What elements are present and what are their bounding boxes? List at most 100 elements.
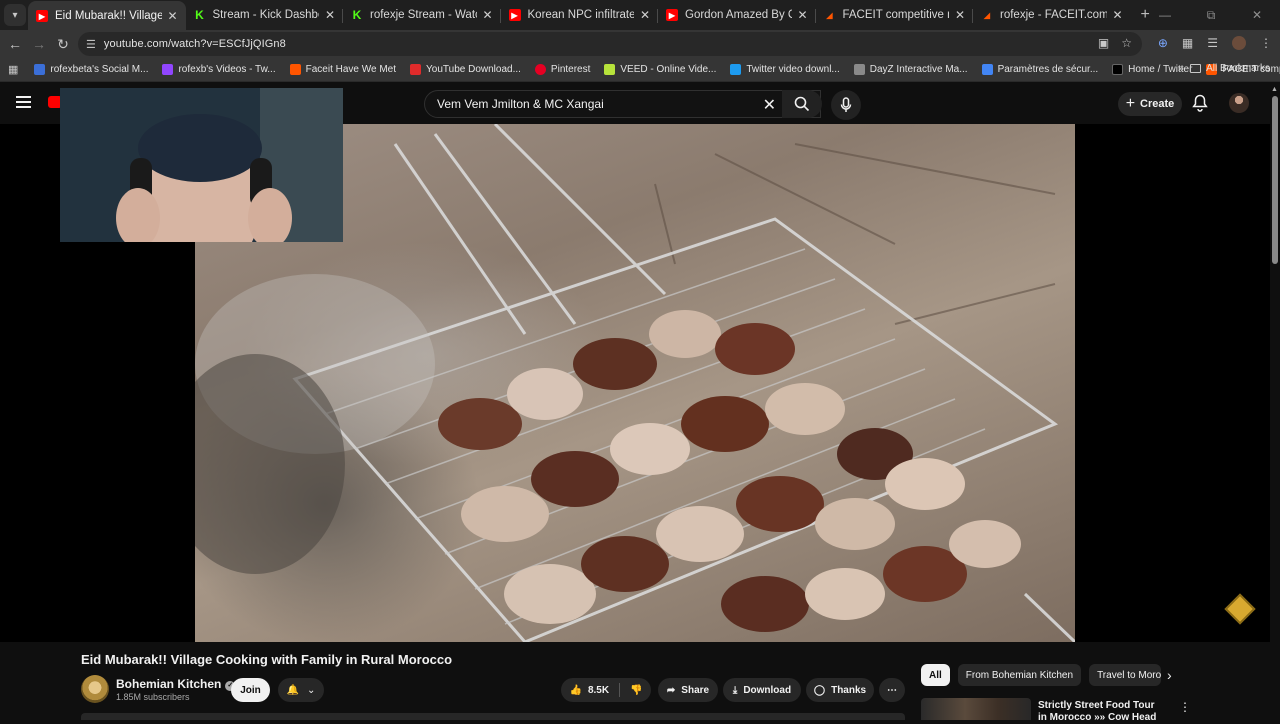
tab-3[interactable]: ▶ Korean NPC infiltrates Sony HQ ✕ [501, 1, 659, 29]
create-button[interactable]: + Create [1118, 92, 1182, 116]
tab-5[interactable]: ◢ FACEIT competitive match - FACE ✕ [816, 1, 974, 29]
tab-search-icon[interactable]: ▾ [4, 4, 26, 26]
profile-avatar-icon[interactable] [1232, 36, 1246, 50]
kick-icon: K [352, 8, 362, 22]
youtube-icon: ▶ [666, 9, 678, 21]
recommended-video-title[interactable]: Strictly Street Food Tour in Morocco »» … [1038, 700, 1160, 724]
extension-icon[interactable]: ⊕ [1158, 36, 1168, 50]
channel-watermark-icon[interactable] [1224, 593, 1256, 625]
install-app-icon[interactable]: ▣ [1098, 36, 1109, 50]
reading-list-icon[interactable]: ☰ [1207, 36, 1218, 50]
tab-0[interactable]: ▶ Eid Mubarak!! Village Cooking w ✕ [28, 1, 186, 31]
share-icon: ➦ [666, 684, 676, 696]
like-button[interactable]: 👍 [569, 685, 581, 696]
microphone-icon [840, 97, 852, 112]
thanks-button[interactable]: ◯ Thanks [806, 678, 874, 702]
bookmark-label: Paramètres de sécur... [997, 64, 1099, 75]
recommended-video-thumbnail[interactable] [921, 698, 1031, 720]
divider [619, 683, 621, 697]
scroll-up-icon[interactable]: ▲ [1271, 86, 1278, 93]
minimize-icon[interactable]: — [1142, 8, 1188, 22]
google-icon [981, 64, 993, 75]
share-label: Share [681, 684, 710, 696]
close-window-icon[interactable]: ✕ [1234, 8, 1280, 22]
bookmark-label: DayZ Interactive Ma... [869, 64, 968, 75]
tab-title: Eid Mubarak!! Village Cooking w [55, 10, 162, 22]
search-query[interactable]: Vem Vem Jmilton & MC Xangai [437, 97, 604, 111]
close-tab-icon[interactable]: ✕ [953, 8, 967, 22]
reload-icon[interactable]: ↻ [51, 36, 75, 53]
download-label: Download [743, 684, 792, 696]
download-icon [410, 64, 422, 75]
search-input[interactable]: Vem Vem Jmilton & MC Xangai ✕ [424, 90, 821, 118]
apps-grid-icon[interactable]: ▦ [8, 63, 18, 76]
thanks-label: Thanks [831, 684, 867, 696]
kick-icon: K [195, 8, 204, 22]
bookmark-item[interactable]: Paramètres de sécur... [981, 64, 1099, 75]
restore-icon[interactable]: ⧉ [1188, 8, 1234, 23]
more-actions-button[interactable]: ⋯ [879, 678, 905, 702]
share-button[interactable]: ➦ Share [658, 678, 718, 702]
page-scrollbar[interactable]: ▲ [1270, 84, 1280, 720]
twitter-dl-icon [730, 64, 742, 75]
bookmark-item[interactable]: DayZ Interactive Ma... [853, 64, 968, 75]
account-avatar[interactable] [1229, 93, 1249, 113]
chip-from-channel[interactable]: From Bohemian Kitchen [957, 664, 1082, 686]
chevron-down-icon: ⌄ [307, 684, 316, 696]
tab-6[interactable]: ◢ rofexje - FACEIT.com ✕ [973, 1, 1131, 29]
dislike-button[interactable]: 👎 [630, 685, 642, 696]
chevron-right-icon[interactable]: › [1167, 667, 1172, 683]
channel-avatar[interactable] [81, 675, 109, 703]
tab-title: Stream - Kick Dashboard [212, 9, 320, 21]
extensions-puzzle-icon[interactable]: ▦ [1182, 36, 1193, 50]
back-icon[interactable]: ← [3, 36, 27, 52]
veed-icon [604, 64, 616, 75]
browser-menu-icon[interactable]: ⋮ [1260, 36, 1272, 50]
bookmark-star-icon[interactable]: ☆ [1121, 36, 1132, 50]
close-tab-icon[interactable]: ✕ [481, 8, 495, 22]
bookmark-item[interactable]: Pinterest [534, 64, 590, 75]
bookmark-item[interactable]: Twitter video downl... [730, 64, 840, 75]
close-tab-icon[interactable]: ✕ [796, 8, 810, 22]
tab-2[interactable]: K rofexje Stream - Watch Live on ✕ [343, 1, 501, 29]
join-button[interactable]: Join [231, 678, 270, 702]
all-bookmarks-button[interactable]: All Bookmarks [1190, 63, 1270, 74]
bookmark-item[interactable]: rofexbeta's Social M... [34, 64, 148, 75]
video-player[interactable] [0, 88, 1270, 642]
more-bookmarks-icon[interactable]: » [1178, 63, 1184, 75]
scrollbar-thumb[interactable] [1272, 96, 1278, 264]
forward-icon[interactable]: → [27, 36, 51, 52]
tab-4[interactable]: ▶ Gordon Amazed By Chef Who Ha ✕ [658, 1, 816, 29]
close-tab-icon[interactable]: ✕ [166, 9, 180, 23]
close-tab-icon[interactable]: ✕ [323, 8, 337, 22]
bell-icon [1192, 94, 1208, 112]
search-button[interactable] [782, 90, 822, 118]
download-button[interactable]: ⤓ Download [723, 678, 801, 702]
url-text[interactable]: youtube.com/watch?v=ESCfJjQIGn8 [104, 38, 286, 50]
menu-icon[interactable] [16, 96, 31, 111]
description-box-edge[interactable] [81, 713, 905, 720]
chip-travel[interactable]: Travel to Morocco [1089, 664, 1162, 686]
bookmark-item[interactable]: VEED - Online Vide... [604, 64, 716, 75]
close-tab-icon[interactable]: ✕ [638, 8, 652, 22]
voice-search-button[interactable] [831, 90, 861, 120]
like-count[interactable]: 8.5K [588, 685, 609, 696]
tab-1[interactable]: K Stream - Kick Dashboard ✕ [186, 1, 344, 29]
youtube-icon: ▶ [508, 9, 521, 21]
more-vertical-icon[interactable]: ⋮ [1179, 700, 1191, 714]
address-bar[interactable]: ☰ youtube.com/watch?v=ESCfJjQIGn8 ▣ ☆ [78, 32, 1142, 56]
clear-search-icon[interactable]: ✕ [763, 95, 776, 115]
all-bookmarks-label: All Bookmarks [1206, 63, 1270, 74]
streamer-webcam-overlay [60, 88, 343, 242]
channel-name-link[interactable]: Bohemian Kitchen ✓ [116, 677, 236, 691]
chip-all[interactable]: All [921, 664, 950, 686]
subscription-notify-button[interactable]: 🔔 ⌄ [278, 678, 324, 702]
bookmark-item[interactable]: YouTube Download... [410, 64, 521, 75]
bookmark-item[interactable]: rofexb's Videos - Tw... [162, 64, 276, 75]
notifications-button[interactable] [1192, 94, 1208, 117]
bookmark-label: Faceit Have We Met [305, 64, 397, 75]
site-info-icon[interactable]: ☰ [86, 38, 96, 51]
create-label: Create [1140, 98, 1175, 110]
bookmark-item[interactable]: Faceit Have We Met [289, 64, 397, 75]
close-tab-icon[interactable]: ✕ [1111, 8, 1125, 22]
